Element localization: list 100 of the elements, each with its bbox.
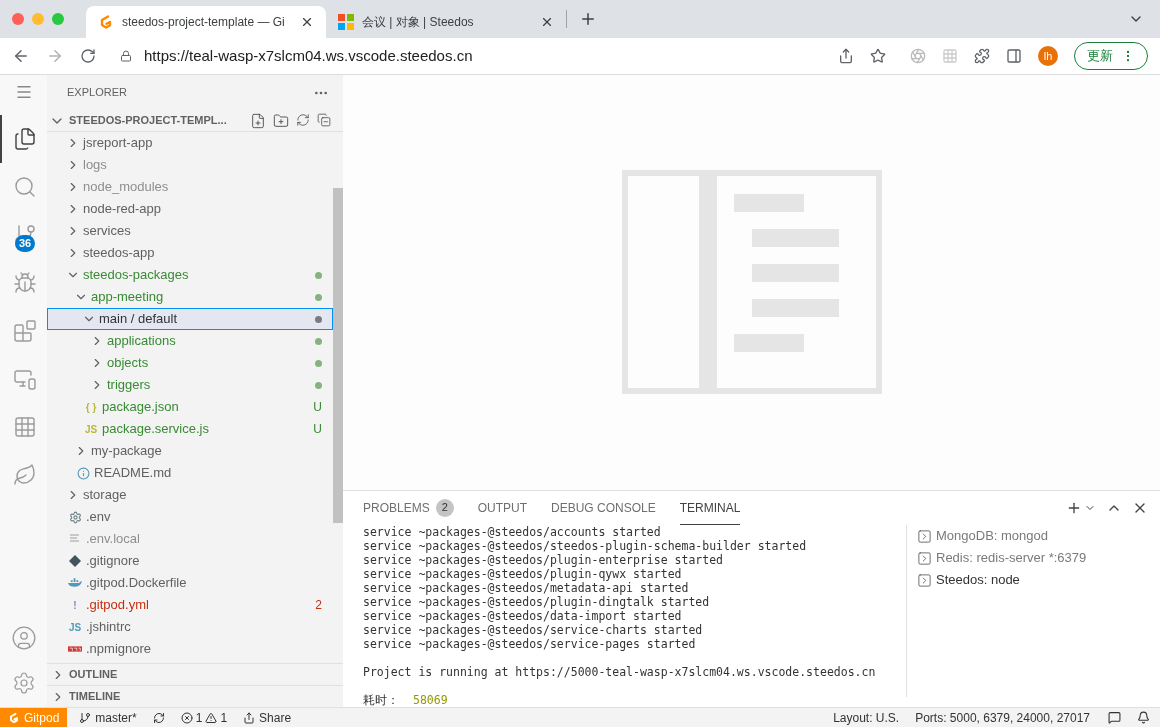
refresh-icon[interactable]: [296, 112, 310, 127]
branch-indicator[interactable]: master*: [79, 708, 137, 727]
problems-indicator[interactable]: 1 1: [180, 708, 228, 727]
folder-item[interactable]: triggers: [47, 374, 333, 396]
folder-item[interactable]: logs: [47, 154, 333, 176]
scrollbar-thumb[interactable]: [333, 188, 343, 523]
terminal-line: service ~packages-@steedos/service-charts started: [363, 623, 704, 637]
extensions-icon[interactable]: [974, 48, 990, 64]
file-name: .gitpod.yml: [86, 596, 149, 615]
side-panel-icon[interactable]: [1006, 48, 1022, 64]
gitpod-logo: [8, 711, 20, 724]
blocks-icon: [12, 319, 37, 343]
monitor-icon: [12, 367, 37, 391]
npm-icon: [68, 645, 82, 653]
terminal-line: service ~packages-@steedos/steedos-plugin-schema-builder started: [363, 539, 808, 553]
terminal-label: 耗时：: [363, 693, 399, 707]
folder-item[interactable]: main / default: [47, 308, 333, 330]
tiles-logo: [338, 14, 354, 30]
file-item[interactable]: JS package.service.js U: [47, 418, 333, 440]
account-icon[interactable]: [10, 625, 37, 651]
file-item[interactable]: JS .jshintrc: [47, 616, 333, 638]
terminal-line: service ~packages-@steedos/data-import started: [363, 609, 683, 623]
folder-item[interactable]: node_modules: [47, 176, 333, 198]
browser-tab[interactable]: steedos-project-template — Gi: [86, 6, 326, 38]
panel-tab[interactable]: OUTPUT: [477, 491, 528, 525]
settings-icon[interactable]: [11, 671, 36, 695]
file-type-icon: JS: [68, 619, 82, 635]
file-type-icon: JS: [84, 421, 98, 437]
star-icon[interactable]: [870, 48, 886, 64]
folder-item[interactable]: objects: [47, 352, 333, 374]
workspace-title: STEEDOS-PROJECT-TEMPL...: [69, 113, 228, 129]
folder-item[interactable]: applications: [47, 330, 333, 352]
file-name: app-meeting: [91, 288, 164, 307]
file-name: package.json: [102, 398, 179, 417]
terminal-list-item[interactable]: Redis: redis-server *:6379: [917, 547, 1160, 569]
collapse-icon[interactable]: [317, 112, 331, 127]
panel-tab[interactable]: PROBLEMS 2: [363, 491, 454, 525]
avatar[interactable]: lh: [1038, 46, 1058, 66]
menu-icon[interactable]: [14, 83, 33, 101]
close-window-icon[interactable]: [12, 13, 24, 25]
feedback-icon[interactable]: [1108, 711, 1121, 724]
new-tab-icon[interactable]: [579, 10, 597, 28]
activity-item[interactable]: 36: [0, 211, 47, 259]
terminal-list-item[interactable]: MongoDB: mongod: [917, 525, 1160, 547]
branch-icon: [79, 711, 92, 724]
notifications-icon[interactable]: [1137, 711, 1150, 724]
file-item[interactable]: { } package.json U: [47, 396, 333, 418]
file-item[interactable]: .env.local: [47, 528, 333, 550]
ports-indicator[interactable]: Ports: 5000, 6379, 24000, 27017: [915, 708, 1090, 727]
bug-icon: [12, 271, 37, 295]
file-name: main / default: [99, 310, 178, 329]
browser-tab[interactable]: 会议 | 对象 | Steedos: [326, 6, 566, 38]
new-file-icon[interactable]: [250, 112, 266, 129]
close-icon[interactable]: [540, 15, 554, 29]
reload-icon[interactable]: [80, 48, 96, 64]
layout-indicator[interactable]: Layout: U.S.: [833, 708, 900, 727]
folder-item[interactable]: steedos-packages: [47, 264, 333, 286]
file-item[interactable]: .env: [47, 506, 333, 528]
folder-item[interactable]: app-meeting: [47, 286, 333, 308]
status-letter: U: [313, 399, 322, 416]
address-field[interactable]: https://teal-wasp-x7slcm04.ws.vscode.steedos.cn: [112, 42, 822, 70]
sidebar-title: EXPLORER: [67, 85, 128, 101]
share-button[interactable]: Share: [243, 708, 292, 727]
file-item[interactable]: ! .gitpod.yml 2: [47, 594, 333, 616]
close-icon[interactable]: [300, 15, 314, 29]
file-item[interactable]: .npmignore: [47, 638, 333, 660]
warning-icon: [205, 711, 218, 724]
file-name: objects: [107, 354, 149, 373]
terminal-line: service ~packages-@steedos/plugin-enterprise started: [363, 553, 725, 567]
file-item[interactable]: .gitpod.Dockerfile: [47, 572, 333, 594]
folder-item[interactable]: node-red-app: [47, 198, 333, 220]
count-badge: 2: [435, 498, 454, 517]
folder-item[interactable]: steedos-app: [47, 242, 333, 264]
back-icon[interactable]: [12, 47, 30, 65]
folder-item[interactable]: services: [47, 220, 333, 242]
file-name: applications: [107, 332, 176, 351]
share-icon[interactable]: [838, 48, 854, 64]
file-name: .npmignore: [86, 640, 152, 659]
new-folder-icon[interactable]: [273, 112, 289, 129]
folder-item[interactable]: my-package: [47, 440, 333, 462]
file-type-icon: !: [68, 597, 82, 613]
tab-title: steedos-project-template — Gi: [122, 14, 286, 31]
error-icon: [180, 711, 193, 724]
files-icon: [12, 127, 37, 151]
terminal-value: 58069: [413, 693, 448, 707]
folder-item[interactable]: jsreport-app: [47, 132, 333, 154]
section-header[interactable]: OUTLINE: [47, 663, 343, 685]
terminal-line: service ~packages-@steedos/service-pages started: [363, 637, 697, 651]
folder-item[interactable]: storage: [47, 484, 333, 506]
panel-tab[interactable]: TERMINAL: [679, 491, 741, 525]
gear-icon: [68, 510, 82, 524]
panel-tab[interactable]: DEBUG CONSOLE: [551, 491, 656, 525]
file-name: storage: [83, 486, 127, 505]
file-item[interactable]: README.md: [47, 462, 333, 484]
terminal-list-item[interactable]: Steedos: node: [917, 569, 1160, 591]
file-item[interactable]: .gitignore: [47, 550, 333, 572]
new-terminal-icon[interactable]: [1066, 500, 1082, 516]
file-name: steedos-packages: [83, 266, 189, 285]
file-name: node_modules: [83, 178, 169, 197]
sync-icon[interactable]: [152, 711, 165, 724]
